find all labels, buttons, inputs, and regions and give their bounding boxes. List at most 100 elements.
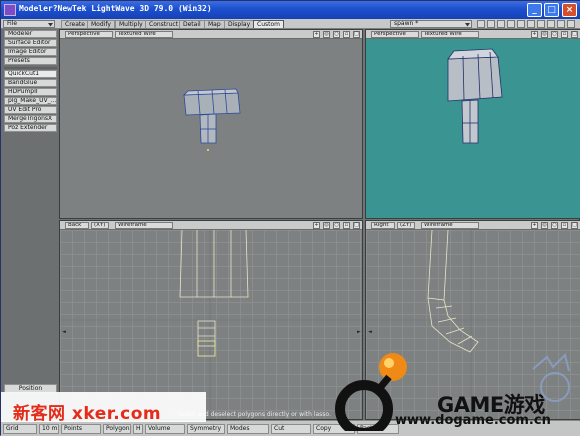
modes-dropdown[interactable]: Modes bbox=[227, 424, 269, 434]
menu-tab-bar: File Create Modify Multiply Construct De… bbox=[1, 19, 580, 29]
maximize-viewport-icon[interactable]: □ bbox=[353, 222, 360, 229]
svg-text:◄: ◄ bbox=[368, 329, 372, 335]
maximize-viewport-icon[interactable]: □ bbox=[571, 222, 578, 229]
axes-dropdown[interactable]: (ZY) bbox=[397, 222, 415, 229]
sidebar-item-bandglue[interactable]: BandGlue bbox=[4, 79, 57, 87]
layer-button-3[interactable] bbox=[497, 20, 505, 28]
view-type-dropdown[interactable]: Back bbox=[65, 222, 89, 229]
zoom-view-icon[interactable]: ○ bbox=[551, 222, 558, 229]
shading-dropdown[interactable]: Wireframe bbox=[421, 222, 479, 229]
sidebar-item-image-editor[interactable]: Image Editor bbox=[4, 48, 57, 56]
sidebar-divider bbox=[4, 67, 57, 69]
layer-button-1[interactable] bbox=[477, 20, 485, 28]
fit-view-icon[interactable]: ▫ bbox=[343, 31, 350, 38]
layer-button-10[interactable] bbox=[567, 20, 575, 28]
viewport-top-right[interactable]: Perspective Textured Wire + ◎ ○ ▫ □ bbox=[365, 29, 580, 219]
sidebar-item-surface-editor[interactable]: Surface Editor bbox=[4, 39, 57, 47]
pivot-marker bbox=[207, 149, 209, 151]
tab-construct[interactable]: Construct bbox=[145, 20, 183, 28]
mesh-perspective-large bbox=[447, 48, 503, 144]
layer-button-6[interactable] bbox=[527, 20, 535, 28]
zoom-view-icon[interactable]: ○ bbox=[333, 222, 340, 229]
app-icon bbox=[4, 4, 16, 16]
sidebar-item-quickcut1[interactable]: QuickCut1 bbox=[4, 70, 57, 78]
xker-watermark-text: 新客网 xker.com bbox=[13, 404, 162, 424]
points-mode-button[interactable]: Points bbox=[61, 424, 101, 434]
viewport-top-left[interactable]: Perspective Textured Wire + ◎ ○ ▫ □ bbox=[59, 29, 363, 219]
viewport-header: Back (XY) Wireframe + ◎ ○ ▫ □ bbox=[60, 221, 362, 230]
chevron-down-icon bbox=[48, 23, 53, 27]
fit-view-icon[interactable]: ▫ bbox=[561, 222, 568, 229]
tab-map[interactable]: Map bbox=[204, 20, 225, 28]
close-button[interactable]: × bbox=[562, 3, 577, 17]
fit-view-icon[interactable]: ▫ bbox=[343, 222, 350, 229]
dogame-watermark: GAME游戏 www.dogame.com.cn bbox=[333, 351, 580, 431]
file-menu[interactable]: File bbox=[3, 20, 55, 28]
view-type-dropdown[interactable]: Right bbox=[371, 222, 395, 229]
maximize-viewport-icon[interactable]: □ bbox=[353, 31, 360, 38]
grid-size-value: 10 m bbox=[39, 424, 59, 434]
svg-text:►: ► bbox=[357, 329, 361, 335]
tab-display[interactable]: Display bbox=[224, 20, 255, 28]
h-indicator: H bbox=[133, 424, 143, 434]
layer-button-5[interactable] bbox=[517, 20, 525, 28]
move-view-icon[interactable]: + bbox=[313, 222, 320, 229]
tab-modify[interactable]: Modify bbox=[87, 20, 115, 28]
viewport-header: Right (ZY) Wireframe + ◎ ○ ▫ □ bbox=[366, 221, 580, 230]
volume-mode-button[interactable]: Volume bbox=[145, 424, 185, 434]
minimize-button[interactable]: _ bbox=[527, 3, 542, 17]
xker-watermark: 新客网 xker.com bbox=[1, 392, 206, 424]
sidebar-item-uv-edit-pro[interactable]: UV Edit Pro bbox=[4, 106, 57, 114]
lightwave-modeler-window: Modeler?NewTek LightWave 3D 79.0 (Win32)… bbox=[0, 0, 580, 436]
viewport-header: Perspective Textured Wire + ◎ ○ ▫ □ bbox=[60, 30, 362, 39]
spawn-label: spawn * bbox=[394, 20, 419, 27]
sidebar-item-presets[interactable]: Presets bbox=[4, 57, 57, 65]
viewport-bottom-left[interactable]: Back (XY) Wireframe + ◎ ○ ▫ □ ◄ ► bbox=[59, 220, 363, 420]
svg-text:◄: ◄ bbox=[62, 329, 66, 335]
zoom-view-icon[interactable]: ○ bbox=[551, 31, 558, 38]
rotate-view-icon[interactable]: ◎ bbox=[323, 222, 330, 229]
move-view-icon[interactable]: + bbox=[313, 31, 320, 38]
window-title: Modeler?NewTek LightWave 3D 79.0 (Win32) bbox=[19, 4, 212, 13]
maximize-viewport-icon[interactable]: □ bbox=[571, 31, 578, 38]
view-type-dropdown[interactable]: Perspective bbox=[371, 31, 419, 38]
cut-button[interactable]: Cut bbox=[271, 424, 311, 434]
polygons-mode-button[interactable]: Polygons bbox=[103, 424, 131, 434]
layer-button-9[interactable] bbox=[557, 20, 565, 28]
grid-label: Grid bbox=[3, 424, 37, 434]
shading-dropdown[interactable]: Wireframe bbox=[115, 222, 173, 229]
shading-dropdown[interactable]: Textured Wire bbox=[421, 31, 479, 38]
move-view-icon[interactable]: + bbox=[531, 31, 538, 38]
tab-detail[interactable]: Detail bbox=[179, 20, 205, 28]
sidebar-item-plg-make-uv[interactable]: plg_Make_UV_... bbox=[4, 97, 57, 105]
maximize-button[interactable]: □ bbox=[544, 3, 559, 17]
symmetry-button[interactable]: Symmetry bbox=[187, 424, 225, 434]
layer-button-4[interactable] bbox=[507, 20, 515, 28]
layer-button-7[interactable] bbox=[537, 20, 545, 28]
zoom-view-icon[interactable]: ○ bbox=[333, 31, 340, 38]
spawn-dropdown[interactable]: spawn * bbox=[390, 20, 472, 28]
tab-create[interactable]: Create bbox=[61, 20, 89, 28]
axes-dropdown[interactable]: (XY) bbox=[91, 222, 109, 229]
mesh-perspective-small bbox=[182, 88, 241, 151]
sidebar-item-mergetrigonsx[interactable]: MergeTrigonsX bbox=[4, 115, 57, 123]
rotate-view-icon[interactable]: ◎ bbox=[541, 31, 548, 38]
sidebar-item-hdpumpii[interactable]: HDPumpII bbox=[4, 88, 57, 96]
layer-button-8[interactable] bbox=[547, 20, 555, 28]
shading-dropdown[interactable]: Textured Wire bbox=[115, 31, 173, 38]
layer-button-2[interactable] bbox=[487, 20, 495, 28]
view-type-dropdown[interactable]: Perspective bbox=[65, 31, 113, 38]
fit-view-icon[interactable]: ▫ bbox=[561, 31, 568, 38]
tab-multiply[interactable]: Multiply bbox=[115, 20, 147, 28]
dogame-url-text: www.dogame.com.cn bbox=[395, 413, 551, 428]
sidebar-item-modeler[interactable]: Modeler bbox=[4, 30, 57, 38]
tab-custom[interactable]: Custom bbox=[253, 20, 284, 28]
viewport-header: Perspective Textured Wire + ◎ ○ ▫ □ bbox=[366, 30, 580, 39]
move-view-icon[interactable]: + bbox=[531, 222, 538, 229]
rotate-view-icon[interactable]: ◎ bbox=[323, 31, 330, 38]
tool-sidebar: Modeler Surface Editor Image Editor Pres… bbox=[1, 29, 59, 431]
file-menu-label: File bbox=[7, 20, 18, 27]
rotate-view-icon[interactable]: ◎ bbox=[541, 222, 548, 229]
sidebar-item-poz-extender[interactable]: Poz Extender bbox=[4, 124, 57, 132]
title-bar: Modeler?NewTek LightWave 3D 79.0 (Win32)… bbox=[1, 1, 580, 19]
